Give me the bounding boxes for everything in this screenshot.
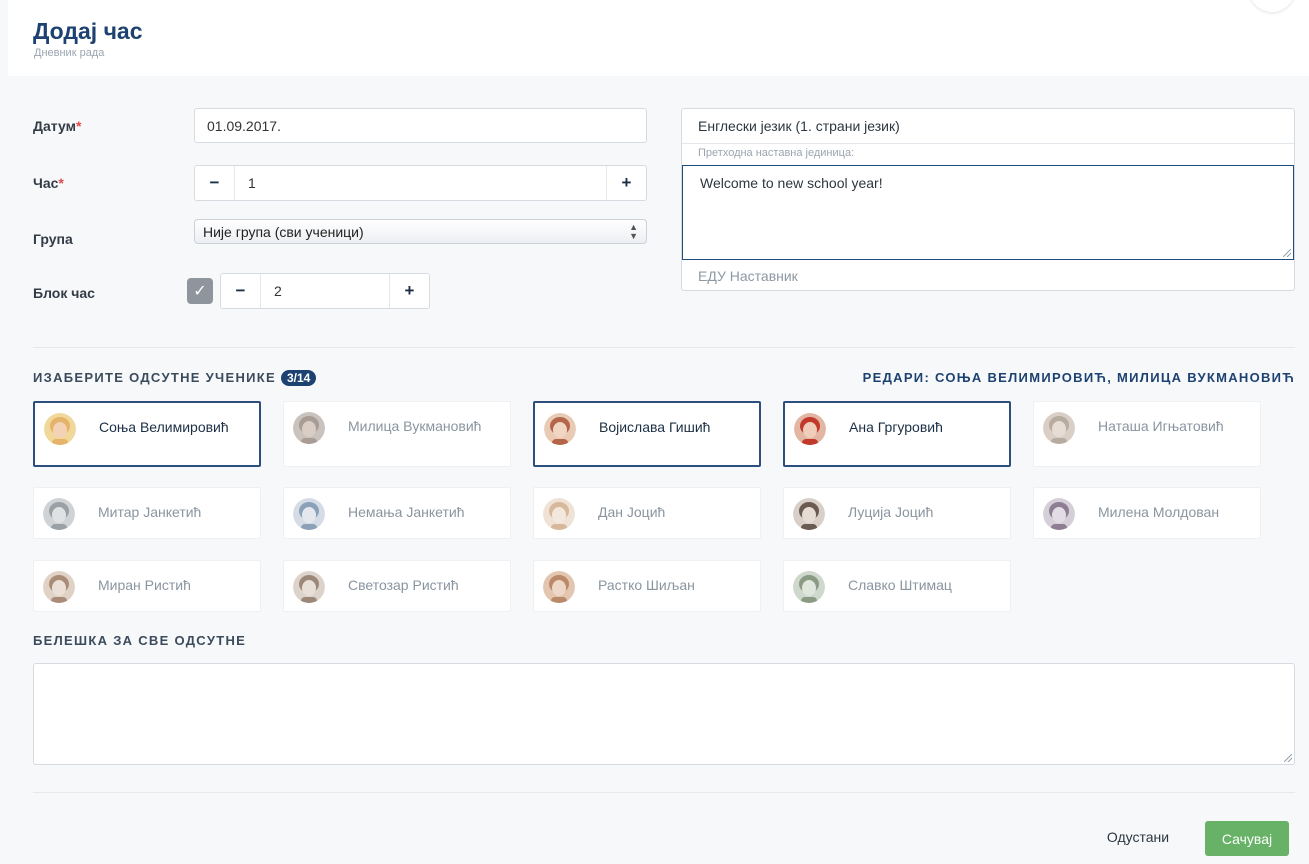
student-avatar	[543, 498, 575, 530]
hour-input[interactable]: 1	[235, 166, 606, 200]
block-hour-decrement-button[interactable]: −	[221, 274, 261, 308]
resize-handle-icon[interactable]	[1283, 249, 1291, 257]
student-name: Дан Јоцић	[598, 504, 666, 520]
block-hour-input[interactable]: 2	[261, 274, 389, 308]
cancel-button[interactable]: Одустани	[1088, 822, 1188, 852]
student-name: Милица Вукмановић	[348, 418, 482, 434]
date-label: Датум*	[33, 118, 82, 134]
note-section-title: БЕЛЕШКА ЗА СВЕ ОДСУТНЕ	[33, 633, 247, 648]
student-avatar	[44, 413, 76, 445]
student-card[interactable]: Растко Шиљан	[533, 560, 761, 612]
student-card[interactable]: Миран Ристић	[33, 560, 261, 612]
student-name: Наташа Игњатовић	[1098, 418, 1224, 434]
required-mark: *	[58, 175, 64, 191]
divider	[682, 143, 1294, 144]
page-header: Додај час Дневник рада	[8, 0, 1309, 76]
subject-name: Енглески језик (1. страни језик)	[698, 118, 900, 134]
resize-handle-icon[interactable]	[1284, 754, 1292, 762]
lesson-panel: Енглески језик (1. страни језик) Претход…	[681, 108, 1295, 291]
lesson-unit-textarea[interactable]: Welcome to new school year!	[682, 165, 1294, 260]
student-name: Светозар Ристић	[348, 577, 459, 593]
absent-section-title: ИЗАБЕРИТЕ ОДСУТНЕ УЧЕНИКЕ 3/14	[33, 370, 317, 386]
date-input[interactable]: 01.09.2017.	[194, 108, 647, 143]
previous-unit-label: Претходна наставна јединица:	[698, 147, 855, 159]
student-card[interactable]: Славко Штимац	[783, 560, 1011, 612]
hour-stepper: − 1 +	[194, 165, 647, 201]
student-name: Митар Јанкетић	[98, 504, 202, 520]
student-card[interactable]: Луција Јоцић	[783, 487, 1011, 539]
student-avatar	[43, 498, 75, 530]
student-avatar	[794, 413, 826, 445]
block-hour-label: Блок час	[33, 285, 95, 301]
group-label: Група	[33, 231, 73, 247]
student-card[interactable]: Митар Јанкетић	[33, 487, 261, 539]
student-name: Луција Јоцић	[848, 504, 934, 520]
absent-count-badge: 3/14	[280, 370, 317, 386]
student-avatar	[543, 571, 575, 603]
page-subtitle: Дневник рада	[34, 47, 105, 59]
student-avatar	[43, 571, 75, 603]
student-card[interactable]: Ана Гргуровић	[783, 401, 1011, 467]
student-avatar	[293, 498, 325, 530]
student-card[interactable]: Милица Вукмановић	[283, 401, 511, 467]
student-name: Милена Молдован	[1098, 504, 1220, 520]
student-card[interactable]: Немања Јанкетић	[283, 487, 511, 539]
block-hour-increment-button[interactable]: +	[389, 274, 429, 308]
teacher-name: ЕДУ Наставник	[698, 268, 798, 284]
student-card[interactable]: Војислава Гишић	[533, 401, 761, 467]
student-name: Растко Шиљан	[598, 577, 695, 593]
user-menu-button[interactable]	[1249, 0, 1295, 12]
student-avatar	[793, 498, 825, 530]
student-avatar	[293, 571, 325, 603]
section-divider	[33, 792, 1295, 793]
student-avatar	[793, 571, 825, 603]
student-card[interactable]: Дан Јоцић	[533, 487, 761, 539]
section-divider	[33, 347, 1295, 348]
duty-students-label: РЕДАРИ: СОЊА ВЕЛИМИРОВИЋ, МИЛИЦА ВУКМАНО…	[862, 370, 1295, 385]
select-arrows-icon: ▲ ▼	[629, 222, 638, 241]
checkmark-icon: ✓	[193, 283, 207, 300]
student-avatar	[293, 412, 325, 444]
save-button[interactable]: Сачувај	[1205, 821, 1289, 856]
block-hour-checkbox[interactable]: ✓	[187, 278, 213, 304]
page-title: Додај час	[33, 18, 143, 44]
group-select-value: Није група (сви ученици)	[203, 223, 364, 240]
student-card[interactable]: Светозар Ристић	[283, 560, 511, 612]
student-avatar	[1043, 412, 1075, 444]
student-name: Миран Ристић	[98, 577, 191, 593]
absence-note-textarea[interactable]	[33, 663, 1295, 765]
student-avatar	[1043, 498, 1075, 530]
student-avatar	[544, 413, 576, 445]
lesson-unit-text: Welcome to new school year!	[700, 175, 883, 191]
hour-increment-button[interactable]: +	[606, 166, 646, 200]
student-name: Немања Јанкетић	[348, 504, 465, 520]
student-name: Славко Штимац	[848, 577, 952, 593]
block-hour-stepper: − 2 +	[220, 273, 430, 309]
student-name: Соња Велимировић	[99, 419, 229, 435]
student-card[interactable]: Наташа Игњатовић	[1033, 401, 1261, 467]
hour-label: Час*	[33, 175, 64, 191]
required-mark: *	[75, 118, 82, 134]
student-name: Војислава Гишић	[599, 419, 711, 435]
hour-decrement-button[interactable]: −	[195, 166, 235, 200]
group-select[interactable]: Није група (сви ученици) ▲ ▼	[194, 219, 647, 244]
student-name: Ана Гргуровић	[849, 419, 943, 435]
student-card[interactable]: Милена Молдован	[1033, 487, 1261, 539]
student-card[interactable]: Соња Велимировић	[33, 401, 261, 467]
